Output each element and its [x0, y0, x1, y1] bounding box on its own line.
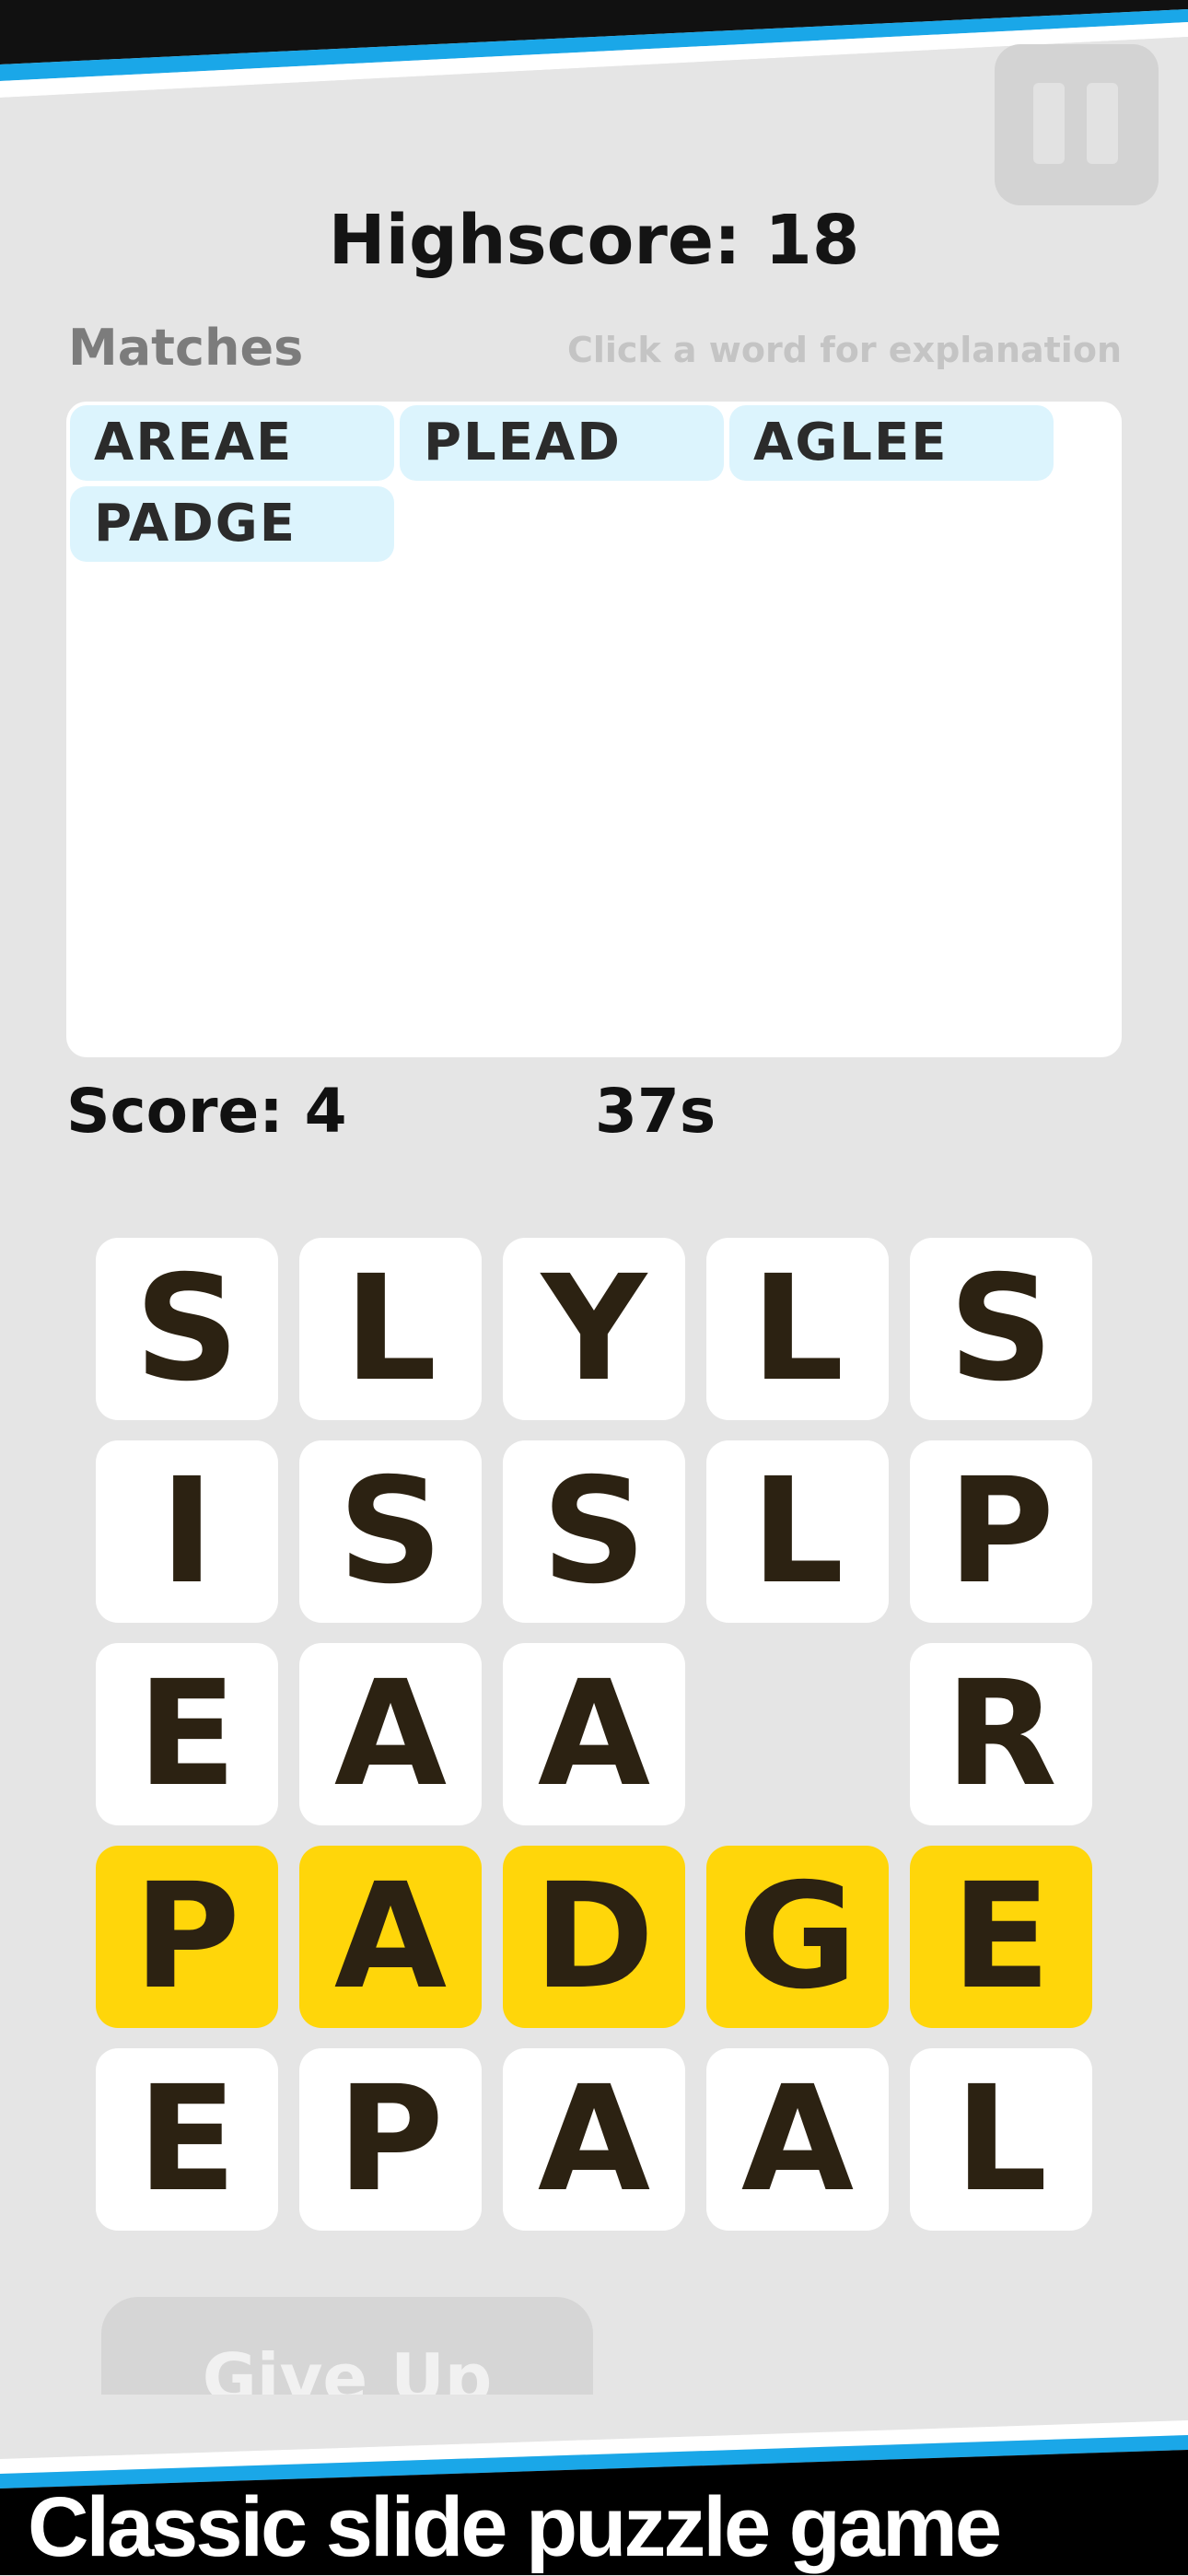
letter-tile[interactable]: S — [299, 1440, 482, 1623]
letter-tile[interactable]: S — [503, 1440, 685, 1623]
letter-tile-highlighted[interactable]: P — [96, 1846, 278, 2028]
promo-caption: Classic slide puzzle game — [28, 2480, 1002, 2574]
match-word-chip[interactable]: PADGE — [70, 486, 394, 562]
letter-tile[interactable]: L — [299, 1238, 482, 1420]
letter-tile[interactable]: P — [910, 1440, 1092, 1623]
pause-button[interactable] — [995, 44, 1159, 205]
timer-label: 37s — [595, 1076, 716, 1147]
letter-tile[interactable]: L — [706, 1440, 889, 1623]
matches-title: Matches — [68, 319, 304, 377]
matches-hint: Click a word for explanation — [566, 330, 1122, 370]
score-label: Score: 4 — [66, 1076, 347, 1147]
letter-tile[interactable]: A — [503, 1643, 685, 1825]
letter-tile[interactable]: E — [96, 2048, 278, 2231]
matches-panel: AREAE PLEAD AGLEE PADGE — [66, 402, 1122, 1057]
letter-grid: S L Y L S I S S L P E A A R P A D G E E … — [96, 1238, 1094, 2231]
letter-tile-highlighted[interactable]: E — [910, 1846, 1092, 2028]
letter-tile[interactable]: R — [910, 1643, 1092, 1825]
highscore-label: Highscore: 18 — [328, 201, 860, 280]
letter-tile[interactable]: P — [299, 2048, 482, 2231]
letter-tile[interactable]: A — [503, 2048, 685, 2231]
letter-tile-highlighted[interactable]: A — [299, 1846, 482, 2028]
letter-tile[interactable]: L — [706, 1238, 889, 1420]
empty-slot[interactable] — [706, 1643, 889, 1825]
letter-tile-highlighted[interactable]: G — [706, 1846, 889, 2028]
letter-tile[interactable]: E — [96, 1643, 278, 1825]
match-word-chip[interactable]: AGLEE — [729, 405, 1054, 481]
letter-tile[interactable]: L — [910, 2048, 1092, 2231]
letter-tile[interactable]: S — [96, 1238, 278, 1420]
letter-tile[interactable]: A — [706, 2048, 889, 2231]
letter-tile[interactable]: Y — [503, 1238, 685, 1420]
letter-tile-highlighted[interactable]: D — [503, 1846, 685, 2028]
letter-tile[interactable]: A — [299, 1643, 482, 1825]
match-word-list: AREAE PLEAD AGLEE PADGE — [70, 405, 1120, 562]
match-word-chip[interactable]: PLEAD — [400, 405, 724, 481]
match-word-chip[interactable]: AREAE — [70, 405, 394, 481]
letter-tile[interactable]: I — [96, 1440, 278, 1623]
letter-tile[interactable]: S — [910, 1238, 1092, 1420]
